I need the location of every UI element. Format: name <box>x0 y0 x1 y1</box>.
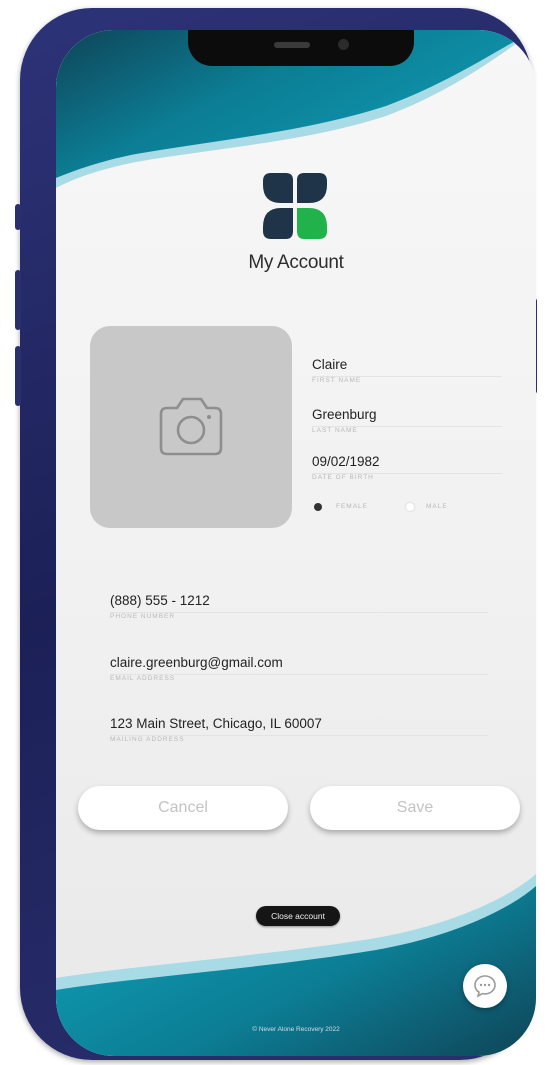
front-camera <box>338 39 349 50</box>
female-label: FEMALE <box>336 503 369 510</box>
female-radio[interactable] <box>314 503 322 511</box>
notch <box>188 30 414 66</box>
save-button[interactable]: Save <box>310 786 520 830</box>
field-underline <box>312 426 502 427</box>
app-screen: My Account Claire FIRST NAME Greenburg L… <box>56 30 536 1056</box>
field-underline <box>110 674 488 675</box>
mailing-address-field[interactable]: 123 Main Street, Chicago, IL 60007 MAILI… <box>110 716 488 743</box>
phone-number-value: (888) 555 - 1212 <box>110 593 210 608</box>
last-name-value: Greenburg <box>312 407 377 422</box>
date-of-birth-field[interactable]: 09/02/1982 DATE OF BIRTH <box>312 454 502 481</box>
volume-up-button <box>15 270 21 330</box>
mailing-address-label: MAILING ADDRESS <box>110 736 185 743</box>
gender-selector: FEMALE MALE <box>314 502 494 516</box>
camera-icon <box>159 397 223 456</box>
email-address-field[interactable]: claire.greenburg@gmail.com EMAIL ADDRESS <box>110 655 488 682</box>
mailing-address-value: 123 Main Street, Chicago, IL 60007 <box>110 716 322 731</box>
date-of-birth-value: 09/02/1982 <box>312 454 380 469</box>
copyright-text: © Never Alone Recovery 2022 <box>252 1026 340 1033</box>
male-radio[interactable] <box>406 503 414 511</box>
phone-number-label: PHONE NUMBER <box>110 613 176 620</box>
silent-switch <box>15 204 21 230</box>
speaker-grille <box>274 42 310 48</box>
first-name-field[interactable]: Claire FIRST NAME <box>312 357 502 384</box>
phone-frame: My Account Claire FIRST NAME Greenburg L… <box>15 8 537 1060</box>
field-underline <box>312 376 502 377</box>
male-label: MALE <box>426 503 448 510</box>
profile-photo-upload[interactable] <box>90 326 292 528</box>
last-name-field[interactable]: Greenburg LAST NAME <box>312 407 502 434</box>
field-underline <box>312 473 502 474</box>
first-name-label: FIRST NAME <box>312 377 362 384</box>
first-name-value: Claire <box>312 357 348 372</box>
close-account-button[interactable]: Close account <box>256 906 340 926</box>
email-address-label: EMAIL ADDRESS <box>110 675 176 682</box>
field-underline <box>110 612 488 613</box>
chat-button[interactable] <box>463 964 507 1008</box>
chat-bubble-icon <box>474 975 496 998</box>
page-title: My Account <box>248 252 344 273</box>
cancel-button[interactable]: Cancel <box>78 786 288 830</box>
app-logo <box>263 173 327 239</box>
last-name-label: LAST NAME <box>312 427 358 434</box>
volume-down-button <box>15 346 21 406</box>
date-of-birth-label: DATE OF BIRTH <box>312 474 374 481</box>
phone-number-field[interactable]: (888) 555 - 1212 PHONE NUMBER <box>110 593 488 620</box>
field-underline <box>110 735 488 736</box>
email-address-value: claire.greenburg@gmail.com <box>110 655 283 670</box>
